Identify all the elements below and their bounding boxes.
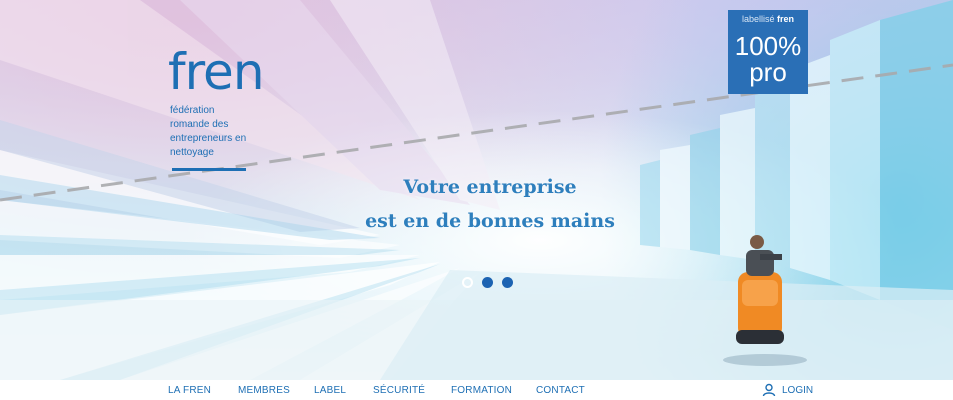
badge-caption: labellisé fren xyxy=(728,14,808,24)
nav-item-securite[interactable]: SÉCURITÉ xyxy=(373,385,425,396)
login-label: LOGIN xyxy=(782,385,814,396)
nav-item-formation[interactable]: FORMATION xyxy=(451,385,512,396)
logo-tagline-line: romande des xyxy=(170,119,229,130)
badge-brand: fren xyxy=(777,14,795,24)
slider-dot-1[interactable] xyxy=(462,277,473,288)
logo-tagline-line: nettoyage xyxy=(170,147,214,158)
nav-item-la-fren[interactable]: LA FREN xyxy=(168,385,211,396)
label-badge[interactable]: labellisé fren 100% pro xyxy=(728,10,808,94)
nav-item-membres[interactable]: MEMBRES xyxy=(238,385,290,396)
badge-prefix: labellisé xyxy=(741,14,775,24)
logo-tagline-line: entrepreneurs en xyxy=(170,133,247,144)
hero-headline-line1: Votre entreprise xyxy=(403,176,577,198)
logo-underline xyxy=(172,168,246,171)
hero-headline-line2: est en de bonnes mains xyxy=(365,210,615,232)
logo-tagline-line: fédération xyxy=(170,105,215,116)
logo-tagline: fédération romande des entrepreneurs en … xyxy=(170,104,270,160)
main-navigation: LA FREN MEMBRES LABEL SÉCURITÉ FORMATION… xyxy=(0,380,953,400)
user-icon xyxy=(762,383,776,397)
badge-percent: 100% xyxy=(734,31,802,61)
slider-dot-3[interactable] xyxy=(502,277,513,288)
nav-item-label[interactable]: LABEL xyxy=(314,385,346,396)
nav-item-contact[interactable]: CONTACT xyxy=(536,385,585,396)
logo-wordmark: fren xyxy=(168,43,265,101)
hero-headline: Votre entreprise est en de bonnes mains xyxy=(300,170,680,238)
slider-dot-2[interactable] xyxy=(482,277,493,288)
badge-word: pro xyxy=(749,57,787,87)
hero-banner: fren fédération romande des entrepreneur… xyxy=(0,0,953,380)
